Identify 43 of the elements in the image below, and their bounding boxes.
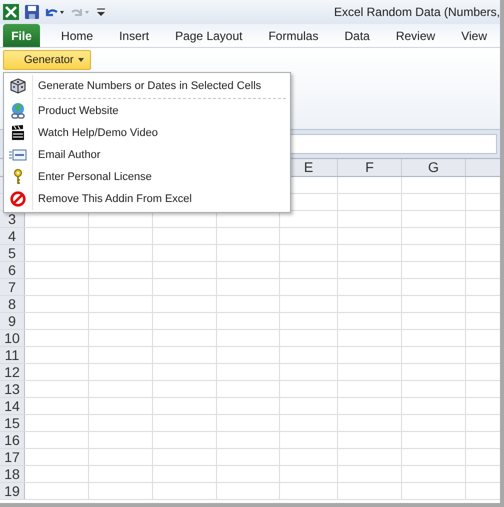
envelope-icon bbox=[9, 149, 27, 161]
ribbon-tab[interactable]: Data bbox=[331, 24, 383, 47]
row-header[interactable]: 14 bbox=[0, 398, 25, 414]
ribbon-tab[interactable]: View bbox=[448, 24, 500, 47]
ribbon-tab[interactable]: Page Layout bbox=[162, 24, 256, 47]
clapperboard-icon bbox=[10, 125, 26, 141]
row-header[interactable]: 8 bbox=[0, 296, 25, 312]
menu-item[interactable]: Watch Help/Demo Video bbox=[4, 122, 290, 144]
generator-button[interactable]: Generator bbox=[3, 50, 91, 70]
row-header[interactable]: 5 bbox=[0, 245, 25, 261]
file-tab[interactable]: File bbox=[3, 24, 40, 47]
globe-link-icon bbox=[10, 102, 26, 120]
row-header[interactable]: 18 bbox=[0, 466, 25, 482]
row-header[interactable]: 17 bbox=[0, 449, 25, 465]
row-header[interactable]: 6 bbox=[0, 262, 25, 278]
dice-icon bbox=[10, 78, 26, 94]
menu-item[interactable]: Remove This Addin From Excel bbox=[4, 188, 290, 210]
ribbon-tab[interactable]: Review bbox=[382, 24, 448, 47]
row-header[interactable]: 10 bbox=[0, 330, 25, 346]
menu-item[interactable]: Product Website bbox=[4, 100, 290, 122]
row-header[interactable]: 7 bbox=[0, 279, 25, 295]
ribbon-tab[interactable]: Formulas bbox=[255, 24, 332, 47]
row-header[interactable]: 11 bbox=[0, 347, 25, 363]
row-header[interactable]: 9 bbox=[0, 313, 25, 329]
row-header[interactable]: 4 bbox=[0, 228, 25, 244]
row-header[interactable]: 12 bbox=[0, 364, 25, 380]
column-header[interactable]: G bbox=[402, 159, 466, 176]
row-header[interactable]: 13 bbox=[0, 381, 25, 397]
window-title: Excel Random Data (Numbers, bbox=[334, 4, 500, 21]
excel-logo-icon[interactable] bbox=[3, 4, 19, 20]
save-icon[interactable] bbox=[25, 5, 39, 19]
caret-icon bbox=[78, 58, 84, 62]
row-header[interactable]: 15 bbox=[0, 415, 25, 431]
menu-item[interactable]: Generate Numbers or Dates in Selected Cells bbox=[4, 75, 290, 97]
prohibited-icon bbox=[10, 191, 26, 207]
row-header[interactable]: 16 bbox=[0, 432, 25, 448]
ribbon-tab[interactable]: Home bbox=[48, 24, 106, 47]
row-header[interactable]: 19 bbox=[0, 483, 25, 499]
column-header[interactable]: F bbox=[338, 159, 402, 176]
key-icon bbox=[13, 169, 23, 185]
ribbon-tab[interactable]: Insert bbox=[106, 24, 162, 47]
customize-toolbar-icon[interactable] bbox=[97, 7, 105, 17]
undo-icon[interactable] bbox=[45, 6, 65, 18]
